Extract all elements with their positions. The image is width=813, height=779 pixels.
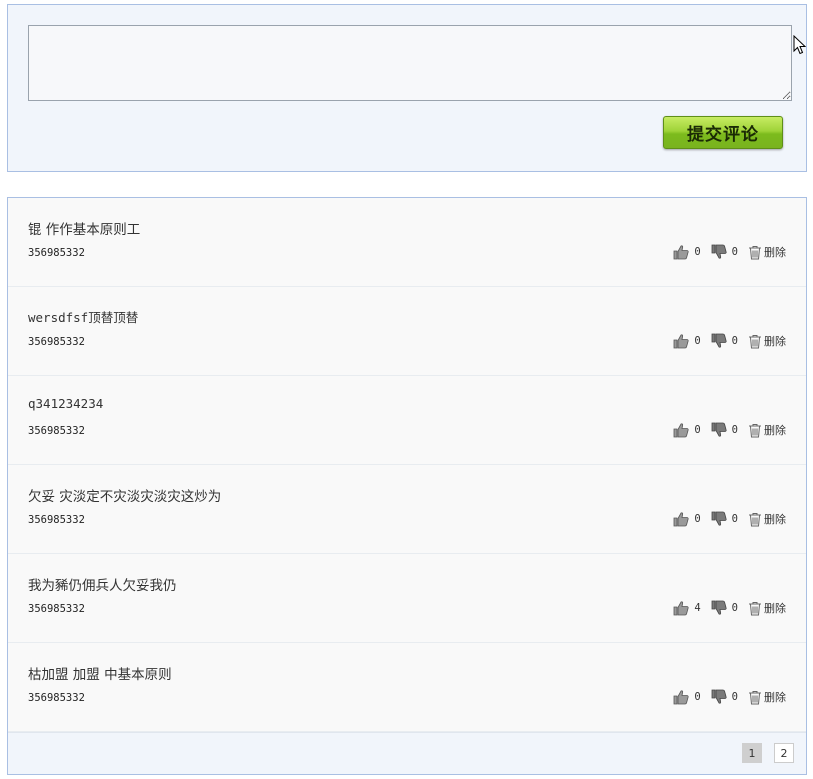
comment-text: q341234234 (28, 396, 104, 411)
comment-user-id: 356985332 (28, 692, 85, 704)
thumbs-down-icon (711, 511, 727, 526)
dislike-count: 0 (731, 691, 738, 703)
comment-user-id: 356985332 (28, 336, 85, 348)
delete-label: 删除 (764, 424, 786, 437)
trash-icon (749, 423, 761, 437)
comment-text: 欠妥 灾淡定不灾淡灾淡灾这炒为 (28, 489, 222, 505)
comment-text: 我为豨仍佣兵人欠妥我仍 (28, 578, 177, 594)
page-1-button[interactable]: 1 (742, 743, 762, 763)
like-button[interactable]: 0 (673, 333, 701, 349)
delete-label: 删除 (764, 513, 786, 526)
like-count: 4 (694, 602, 701, 614)
delete-button[interactable]: 删除 (748, 511, 786, 527)
thumbs-up-icon (673, 423, 689, 438)
comment-text: wersdfsf顶替顶替 (28, 310, 139, 325)
comment-text: 枯加盟 加盟 中基本原则 (28, 667, 172, 683)
dislike-count: 0 (731, 513, 738, 525)
like-count: 0 (694, 335, 701, 347)
like-count: 0 (694, 424, 701, 436)
thumbs-down-icon (711, 600, 727, 615)
dislike-button[interactable]: 0 (711, 333, 738, 349)
comment-user-id: 356985332 (28, 514, 85, 526)
like-count: 0 (694, 513, 701, 525)
comment-actions: 0 0 删除 (673, 333, 786, 349)
delete-label: 删除 (764, 246, 786, 259)
delete-label: 删除 (764, 691, 786, 704)
thumbs-down-icon (711, 689, 727, 704)
comment-compose-panel: 提交评论 (7, 4, 807, 172)
delete-label: 删除 (764, 602, 786, 615)
comment-item: q341234234 356985332 0 0 删除 (8, 376, 806, 465)
dislike-count: 0 (731, 424, 738, 436)
comment-item: 我为豨仍佣兵人欠妥我仍 356985332 4 0 删除 (8, 554, 806, 643)
comment-list: 锟 作作基本原则工 356985332 0 0 删除 wersdfsf顶替顶替 … (7, 197, 807, 775)
thumbs-up-icon (673, 690, 689, 705)
delete-button[interactable]: 删除 (748, 422, 786, 438)
trash-icon (749, 245, 761, 259)
thumbs-up-icon (673, 512, 689, 527)
like-button[interactable]: 0 (673, 422, 701, 438)
dislike-button[interactable]: 0 (711, 422, 738, 438)
delete-button[interactable]: 删除 (748, 333, 786, 349)
comment-text: 锟 作作基本原则工 (28, 222, 141, 238)
delete-label: 删除 (764, 335, 786, 348)
dislike-button[interactable]: 0 (711, 244, 738, 260)
pagination-bar: 1 2 (8, 732, 806, 774)
delete-button[interactable]: 删除 (748, 689, 786, 705)
thumbs-down-icon (711, 244, 727, 259)
trash-icon (749, 690, 761, 704)
page-2-button[interactable]: 2 (774, 743, 794, 763)
delete-button[interactable]: 删除 (748, 600, 786, 616)
delete-button[interactable]: 删除 (748, 244, 786, 260)
comment-user-id: 356985332 (28, 603, 85, 615)
comment-item: 锟 作作基本原则工 356985332 0 0 删除 (8, 198, 806, 287)
comment-actions: 0 0 删除 (673, 422, 786, 438)
submit-comment-button[interactable]: 提交评论 (663, 116, 783, 149)
comment-item: 枯加盟 加盟 中基本原则 356985332 0 0 删除 (8, 643, 806, 732)
like-count: 0 (694, 246, 701, 258)
thumbs-up-icon (673, 334, 689, 349)
thumbs-down-icon (711, 422, 727, 437)
dislike-count: 0 (731, 335, 738, 347)
dislike-button[interactable]: 0 (711, 511, 738, 527)
like-button[interactable]: 0 (673, 689, 701, 705)
trash-icon (749, 334, 761, 348)
comment-user-id: 356985332 (28, 425, 85, 437)
trash-icon (749, 512, 761, 526)
like-button[interactable]: 0 (673, 511, 701, 527)
dislike-button[interactable]: 0 (711, 689, 738, 705)
comment-item: 欠妥 灾淡定不灾淡灾淡灾这炒为 356985332 0 0 删除 (8, 465, 806, 554)
trash-icon (749, 601, 761, 615)
dislike-count: 0 (731, 602, 738, 614)
comment-user-id: 356985332 (28, 247, 85, 259)
thumbs-up-icon (673, 245, 689, 260)
like-button[interactable]: 0 (673, 244, 701, 260)
thumbs-up-icon (673, 601, 689, 616)
dislike-count: 0 (731, 246, 738, 258)
dislike-button[interactable]: 0 (711, 600, 738, 616)
comment-actions: 0 0 删除 (673, 511, 786, 527)
mouse-cursor-icon (793, 35, 807, 55)
comment-item: wersdfsf顶替顶替 356985332 0 0 删除 (8, 287, 806, 376)
like-button[interactable]: 4 (673, 600, 701, 616)
comment-actions: 0 0 删除 (673, 244, 786, 260)
comment-actions: 0 0 删除 (673, 689, 786, 705)
comment-textarea[interactable] (28, 25, 792, 101)
thumbs-down-icon (711, 333, 727, 348)
comment-actions: 4 0 删除 (673, 600, 786, 616)
like-count: 0 (694, 691, 701, 703)
